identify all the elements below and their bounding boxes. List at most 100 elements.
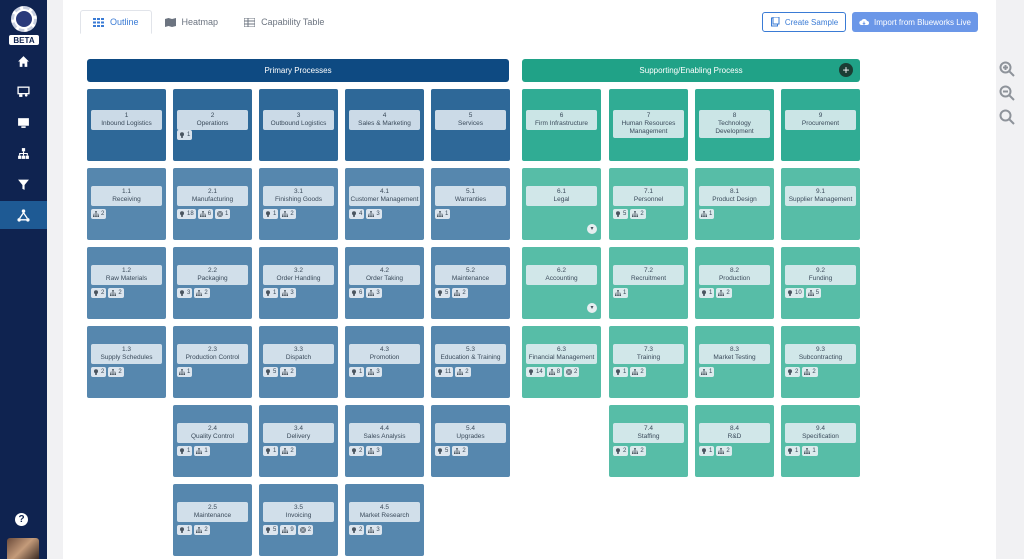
- sidebar-monitor-item[interactable]: [0, 108, 47, 136]
- tab-heatmap[interactable]: Heatmap: [152, 10, 232, 34]
- idea-count-badge[interactable]: 1: [699, 446, 715, 456]
- idea-count-badge[interactable]: 2: [349, 525, 365, 535]
- idea-count-badge[interactable]: 5: [263, 367, 279, 377]
- process-count-badge[interactable]: 2: [802, 367, 818, 377]
- idea-count-badge[interactable]: 1: [613, 367, 629, 377]
- process-count-badge[interactable]: 5: [805, 288, 822, 298]
- idea-count-badge[interactable]: 14: [526, 367, 545, 377]
- capability-card-level1[interactable]: 9 Procurement: [781, 89, 860, 161]
- process-count-badge[interactable]: 3: [366, 288, 382, 298]
- capability-card[interactable]: 7.4 Staffing 2 2: [609, 405, 688, 477]
- idea-count-badge[interactable]: 1: [263, 288, 279, 298]
- process-count-badge[interactable]: 3: [366, 367, 382, 377]
- process-count-badge[interactable]: 2: [280, 209, 296, 219]
- tab-outline[interactable]: Outline: [80, 10, 152, 34]
- process-count-badge[interactable]: 2: [108, 367, 124, 377]
- capability-card[interactable]: 5.3 Education & Training 11 2: [431, 326, 510, 398]
- capability-card[interactable]: 9.1 Supplier Management: [781, 168, 860, 240]
- chevron-down-icon[interactable]: ▾: [587, 303, 597, 313]
- idea-count-badge[interactable]: 5: [613, 209, 629, 219]
- capability-card[interactable]: 5.1 Warranties 1: [431, 168, 510, 240]
- capability-card[interactable]: 3.3 Dispatch 5 2: [259, 326, 338, 398]
- process-count-badge[interactable]: 2: [194, 525, 210, 535]
- idea-count-badge[interactable]: 1: [263, 209, 279, 219]
- idea-count-badge[interactable]: 5: [435, 288, 451, 298]
- capability-card-level1[interactable]: 4 Sales & Marketing: [345, 89, 424, 161]
- process-count-badge[interactable]: 9: [280, 525, 296, 535]
- idea-count-badge[interactable]: 1: [177, 130, 193, 140]
- process-count-badge[interactable]: 1: [802, 446, 818, 456]
- idea-count-badge[interactable]: 5: [263, 525, 279, 535]
- capability-card[interactable]: 3.5 Invoicing 5 9 2: [259, 484, 338, 556]
- process-count-badge[interactable]: 8: [546, 367, 563, 377]
- capability-card[interactable]: 9.4 Specification 1 1: [781, 405, 860, 477]
- capability-card-level1[interactable]: 5 Services: [431, 89, 510, 161]
- process-count-badge[interactable]: 1: [699, 209, 715, 219]
- capability-card[interactable]: 8.2 Production 1 2: [695, 247, 774, 319]
- import-blueworks-button[interactable]: Import from Blueworks Live: [852, 12, 978, 32]
- idea-count-badge[interactable]: 2: [91, 288, 107, 298]
- capability-card[interactable]: 4.3 Promotion 1 3: [345, 326, 424, 398]
- capability-card-level1[interactable]: 7 Human Resources Management: [609, 89, 688, 161]
- sidebar-filter-item[interactable]: [0, 170, 47, 198]
- idea-count-badge[interactable]: 5: [435, 446, 451, 456]
- capability-card[interactable]: 2.5 Maintenance 1 2: [173, 484, 252, 556]
- capability-card[interactable]: 2.3 Production Control 1: [173, 326, 252, 398]
- capability-card[interactable]: 4.5 Market Research 2 3: [345, 484, 424, 556]
- capability-card[interactable]: 1.3 Supply Schedules 2 2: [87, 326, 166, 398]
- idea-count-badge[interactable]: 1: [263, 446, 279, 456]
- capability-card[interactable]: 4.1 Customer Management 4 3: [345, 168, 424, 240]
- process-count-badge[interactable]: 2: [455, 367, 471, 377]
- process-count-badge[interactable]: 2: [91, 209, 107, 219]
- idea-count-badge[interactable]: 3: [177, 288, 193, 298]
- process-count-badge[interactable]: 2: [716, 288, 732, 298]
- sidebar-network-item[interactable]: [0, 201, 47, 229]
- capability-card[interactable]: 4.2 Order Taking 6 3: [345, 247, 424, 319]
- goal-count-badge[interactable]: 1: [215, 209, 231, 219]
- idea-count-badge[interactable]: 4: [349, 209, 365, 219]
- process-count-badge[interactable]: 3: [366, 525, 382, 535]
- idea-count-badge[interactable]: 18: [177, 209, 196, 219]
- process-count-badge[interactable]: 1: [613, 288, 629, 298]
- capability-card-level1[interactable]: 8 Technology Development: [695, 89, 774, 161]
- capability-card[interactable]: 9.2 Funding 10 5: [781, 247, 860, 319]
- capability-card[interactable]: 2.4 Quality Control 1 1: [173, 405, 252, 477]
- idea-count-badge[interactable]: 1: [785, 446, 801, 456]
- capability-card[interactable]: 7.3 Training 1 2: [609, 326, 688, 398]
- capability-card[interactable]: 3.2 Order Handling 1 3: [259, 247, 338, 319]
- process-count-badge[interactable]: 3: [280, 288, 296, 298]
- capability-card[interactable]: 2.1 Manufacturing 18 6 1: [173, 168, 252, 240]
- capability-card[interactable]: 8.1 Product Design 1: [695, 168, 774, 240]
- goal-count-badge[interactable]: 2: [297, 525, 314, 535]
- create-sample-button[interactable]: Create Sample: [762, 12, 846, 32]
- capability-card[interactable]: 3.1 Finishing Goods 1 2: [259, 168, 338, 240]
- process-count-badge[interactable]: 2: [630, 209, 646, 219]
- capability-card[interactable]: 4.4 Sales Analysis 2 3: [345, 405, 424, 477]
- process-count-badge[interactable]: 1: [699, 367, 715, 377]
- idea-count-badge[interactable]: 11: [435, 367, 454, 377]
- process-count-badge[interactable]: 2: [280, 446, 296, 456]
- sidebar-presentation-item[interactable]: [0, 77, 47, 105]
- capability-card[interactable]: 8.3 Market Testing 1: [695, 326, 774, 398]
- capability-card[interactable]: 5.2 Maintenance 5 2: [431, 247, 510, 319]
- process-count-badge[interactable]: 3: [366, 446, 382, 456]
- avatar[interactable]: [7, 538, 39, 559]
- process-count-badge[interactable]: 2: [630, 446, 646, 456]
- help-icon[interactable]: ?: [15, 513, 28, 526]
- capability-card[interactable]: 1.2 Raw Materials 2 2: [87, 247, 166, 319]
- app-logo[interactable]: BETA: [7, 6, 40, 46]
- process-count-badge[interactable]: 1: [435, 209, 451, 219]
- capability-card[interactable]: 1.1 Receiving 2: [87, 168, 166, 240]
- capability-card-level1[interactable]: 1 Inbound Logistics: [87, 89, 166, 161]
- process-count-badge[interactable]: 2: [452, 446, 468, 456]
- capability-card-level1[interactable]: 6 Firm Infrastructure: [522, 89, 601, 161]
- capability-card[interactable]: 8.4 R&D 1 2: [695, 405, 774, 477]
- capability-card-level1[interactable]: 3 Outbound Logistics: [259, 89, 338, 161]
- goal-count-badge[interactable]: 2: [564, 367, 580, 377]
- capability-card[interactable]: 6.3 Financial Management 14 8 2: [522, 326, 601, 398]
- capability-card[interactable]: 6.2 Accounting ▾: [522, 247, 601, 319]
- capability-card[interactable]: 2.2 Packaging 3 2: [173, 247, 252, 319]
- idea-count-badge[interactable]: 2: [613, 446, 629, 456]
- idea-count-badge[interactable]: 1: [699, 288, 715, 298]
- capability-card[interactable]: 5.4 Upgrades 5 2: [431, 405, 510, 477]
